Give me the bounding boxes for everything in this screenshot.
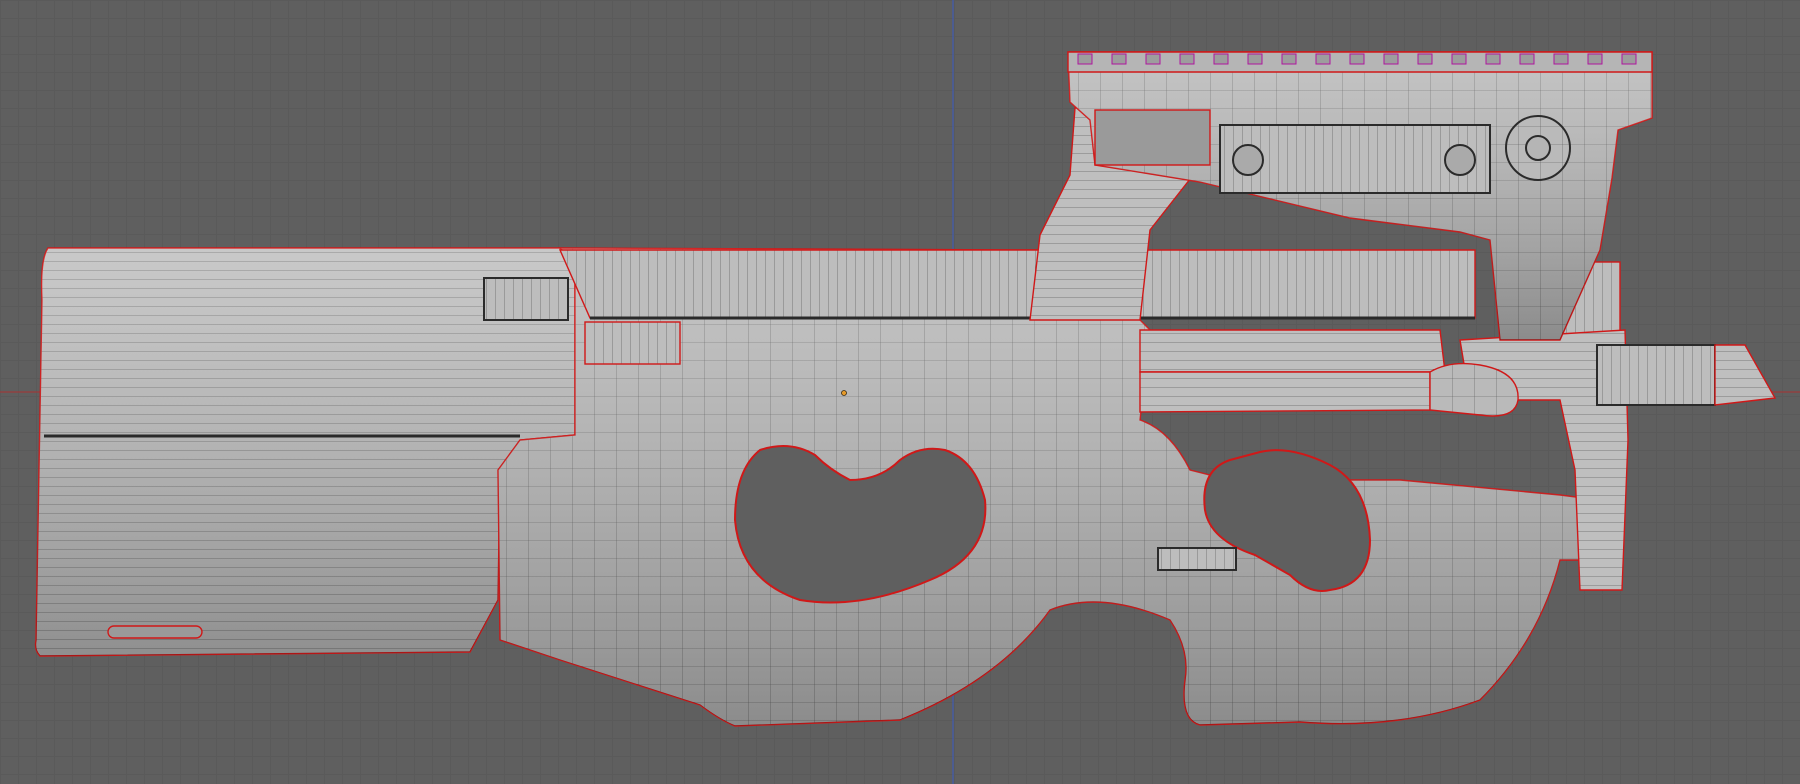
mid-rail[interactable] xyxy=(1139,329,1446,373)
sling-slot[interactable] xyxy=(107,625,203,639)
sight-adjust-knob-center xyxy=(1525,135,1551,161)
gun-mesh[interactable] xyxy=(34,51,1777,727)
charging-handle[interactable] xyxy=(584,321,681,365)
muzzle-tip[interactable] xyxy=(1714,344,1777,406)
muzzle-brake[interactable] xyxy=(1596,344,1716,406)
3d-viewport[interactable] xyxy=(0,0,1800,784)
stock-latch[interactable] xyxy=(483,277,569,321)
lower-rail[interactable] xyxy=(1139,371,1431,413)
trigger[interactable] xyxy=(1157,547,1237,571)
viewport-canvas[interactable] xyxy=(0,0,1800,784)
upper-receiver[interactable] xyxy=(558,249,1476,319)
sight-screw-left[interactable] xyxy=(1232,144,1264,176)
object-origin-dot[interactable] xyxy=(841,390,847,396)
sight-window xyxy=(1094,109,1211,166)
sight-screw-middle[interactable] xyxy=(1444,144,1476,176)
